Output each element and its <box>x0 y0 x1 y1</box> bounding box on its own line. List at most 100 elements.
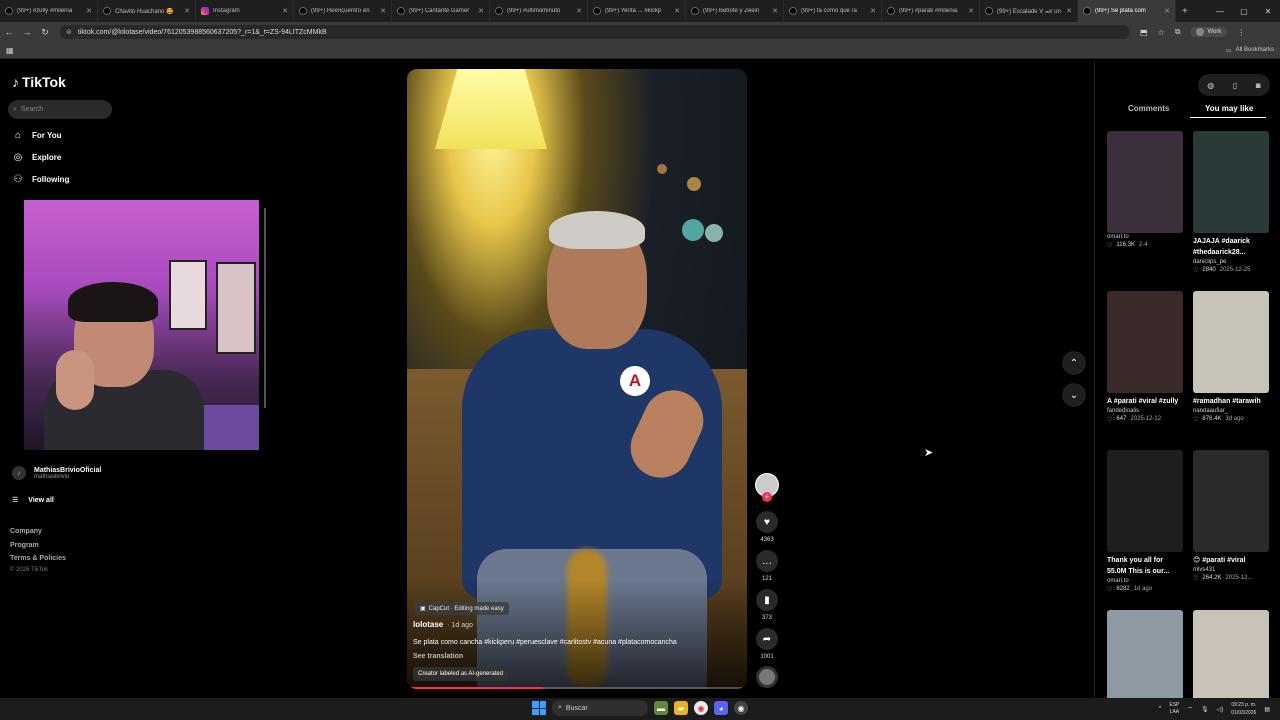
video-thumbnail[interactable] <box>1107 291 1183 393</box>
mic-icon[interactable]: 🎙︎ <box>1201 706 1209 713</box>
follow-plus-icon[interactable]: + <box>762 492 772 502</box>
close-tab-icon[interactable]: ✕ <box>870 7 876 15</box>
extensions-icon[interactable]: ⧉ <box>1175 27 1181 37</box>
new-tab-button[interactable]: + <box>1176 6 1194 17</box>
recommended-video-card[interactable]: A #parati #viral #zully fandedioalis ♡ 647 2… <box>1107 291 1183 423</box>
nav-for-you[interactable]: ⌂ For You <box>12 130 62 141</box>
card-user[interactable]: omari.to <box>1107 578 1183 584</box>
card-user[interactable]: fandedioalis <box>1107 408 1183 414</box>
chrome-work-icon[interactable]: ◉ <box>734 701 748 715</box>
compass-small-icon[interactable]: ◍ <box>1207 81 1214 90</box>
install-icon[interactable]: ⬒ <box>1140 28 1148 37</box>
close-tab-icon[interactable]: ✕ <box>674 7 680 15</box>
footer-company[interactable]: Company <box>10 528 42 535</box>
music-disc-icon[interactable] <box>756 666 778 688</box>
nav-explore[interactable]: ◎ Explore <box>12 152 62 163</box>
video-player[interactable]: A ▣ CapCut · Editing made easy lolotase … <box>407 69 747 689</box>
browser-tab[interactable]: (99+) #parati #milenia ✕ <box>882 0 980 22</box>
site-info-icon[interactable]: ⊜ <box>66 28 72 36</box>
clock[interactable]: 09:23 p. m. 01/03/2026 <box>1231 701 1256 717</box>
profile-button[interactable]: Work <box>1190 27 1228 37</box>
windows-start-icon[interactable] <box>532 701 546 715</box>
next-video-button[interactable]: ⌄ <box>1062 383 1086 407</box>
recommended-video-card[interactable]: JAJAJA #daarick #thedaarick28... daniclip… <box>1193 131 1269 274</box>
taskbar-search[interactable]: ⌕ Buscar <box>552 700 648 716</box>
tiktok-logo[interactable]: ♪ TikTok <box>12 74 66 90</box>
like-button[interactable]: ♥ 4363 <box>756 511 778 543</box>
capcut-anchor[interactable]: ▣ CapCut · Editing made easy <box>415 602 509 615</box>
back-icon[interactable]: ← <box>0 27 18 37</box>
tab-comments[interactable]: Comments <box>1128 104 1169 113</box>
recommended-video-card[interactable]: #ramadhan #tarawih nandaaufiar_ ♡ 876.4K 3d … <box>1193 291 1269 423</box>
comment-button[interactable]: … 121 <box>756 550 778 582</box>
nav-following[interactable]: ⚇ Following <box>12 174 70 185</box>
browser-tab[interactable]: (99+) Escalade V 🏎 un ✕ <box>980 0 1078 22</box>
chrome-icon[interactable]: ◉ <box>694 701 708 715</box>
apps-icon[interactable]: ▦ <box>6 46 14 55</box>
browser-tab[interactable]: (99+) Se plata com ✕ <box>1078 0 1176 22</box>
recommended-video-card[interactable]: Thank you all for 55.0M This is our... om… <box>1107 450 1183 593</box>
video-thumbnail[interactable] <box>1193 610 1269 712</box>
browser-tab[interactable]: (99+) tá como que ra ✕ <box>784 0 882 22</box>
close-window-icon[interactable]: ✕ <box>1256 7 1280 16</box>
following-account[interactable]: ♪ MathiasBrivioOficial mathiasbrivio <box>12 466 101 480</box>
view-all-button[interactable]: ☰ View all <box>12 496 54 505</box>
recommended-video-card[interactable]: 😊 #parati #viral mlvs431 ♡ 264.2K 2025-12... <box>1193 450 1269 582</box>
forward-icon[interactable]: → <box>18 27 36 37</box>
browser-tab[interactable]: Instagram ✕ <box>196 0 294 22</box>
address-bar[interactable]: ⊜ tiktok.com/@lolotase/video/76120539885… <box>60 25 1130 39</box>
close-tab-icon[interactable]: ✕ <box>576 7 582 15</box>
video-thumbnail[interactable] <box>1193 291 1269 393</box>
close-tab-icon[interactable]: ✕ <box>1066 7 1072 15</box>
message-icon[interactable]: ◙ <box>1256 81 1261 90</box>
sidebar-scrollbar[interactable] <box>264 208 266 408</box>
maximize-icon[interactable]: ▢ <box>1232 7 1256 16</box>
video-thumbnail[interactable] <box>1193 131 1269 233</box>
minimize-icon[interactable]: — <box>1208 7 1232 16</box>
close-tab-icon[interactable]: ✕ <box>380 7 386 15</box>
volume-icon[interactable]: ◁) <box>1217 706 1224 713</box>
close-tab-icon[interactable]: ✕ <box>282 7 288 15</box>
taskbar-app-icon[interactable]: ▬ <box>654 701 668 715</box>
browser-tab[interactable]: (99+) Bebote y Zeein ✕ <box>686 0 784 22</box>
card-user[interactable]: nandaaufiar_ <box>1193 408 1269 414</box>
recommended-video-card[interactable] <box>1107 610 1183 712</box>
close-tab-icon[interactable]: ✕ <box>86 7 92 15</box>
recommended-video-card[interactable] <box>1193 610 1269 712</box>
video-thumbnail[interactable] <box>1107 610 1183 712</box>
notifications-icon[interactable]: ▤ <box>1264 706 1270 713</box>
save-button[interactable]: ▮ 373 <box>756 589 778 621</box>
close-tab-icon[interactable]: ✕ <box>478 7 484 15</box>
share-button[interactable]: ➦ 1001 <box>756 628 778 660</box>
browser-tab[interactable]: (99+) #zully #milenia ✕ <box>0 0 98 22</box>
reload-icon[interactable]: ↻ <box>36 27 54 38</box>
browser-tab[interactable]: (99+) Cantante Gamer ✕ <box>392 0 490 22</box>
card-user[interactable]: omari.to <box>1107 234 1183 240</box>
browser-tab[interactable]: (99+) #ultimominuto ✕ <box>490 0 588 22</box>
search-input[interactable]: ⌕ Search <box>8 100 112 119</box>
bookmark-star-icon[interactable]: ☆ <box>1158 28 1165 37</box>
close-tab-icon[interactable]: ✕ <box>968 7 974 15</box>
see-translation-link[interactable]: See translation <box>413 653 463 660</box>
video-author[interactable]: lolotase · 1d ago <box>413 620 473 629</box>
recommended-video-card[interactable]: omari.to ♡ 116.3K 2-4 <box>1107 131 1183 249</box>
video-thumbnail[interactable] <box>1107 131 1183 233</box>
browser-tab[interactable]: Chavito Huachano 🤩 ✕ <box>98 0 196 22</box>
close-tab-icon[interactable]: ✕ <box>184 7 190 15</box>
close-tab-icon[interactable]: ✕ <box>772 7 778 15</box>
network-icon[interactable]: ⌔ <box>1187 705 1193 713</box>
discord-icon[interactable]: ◕ <box>714 701 728 715</box>
phone-icon[interactable]: ▯ <box>1233 81 1237 90</box>
video-progress-bar[interactable] <box>407 687 747 689</box>
footer-terms[interactable]: Terms & Policies <box>10 555 66 562</box>
card-user[interactable]: mlvs431 <box>1193 567 1269 573</box>
browser-tab[interactable]: (99+) Yerita ... #kickp ✕ <box>588 0 686 22</box>
previous-video-button[interactable]: ⌃ <box>1062 351 1086 375</box>
menu-icon[interactable]: ⋮ <box>1237 28 1245 37</box>
browser-tab[interactable]: (99+) Reencuentro en ✕ <box>294 0 392 22</box>
close-tab-icon[interactable]: ✕ <box>1164 7 1170 15</box>
footer-program[interactable]: Program <box>10 542 39 549</box>
video-thumbnail[interactable] <box>1107 450 1183 552</box>
file-explorer-icon[interactable]: ▰ <box>674 701 688 715</box>
video-thumbnail[interactable] <box>1193 450 1269 552</box>
